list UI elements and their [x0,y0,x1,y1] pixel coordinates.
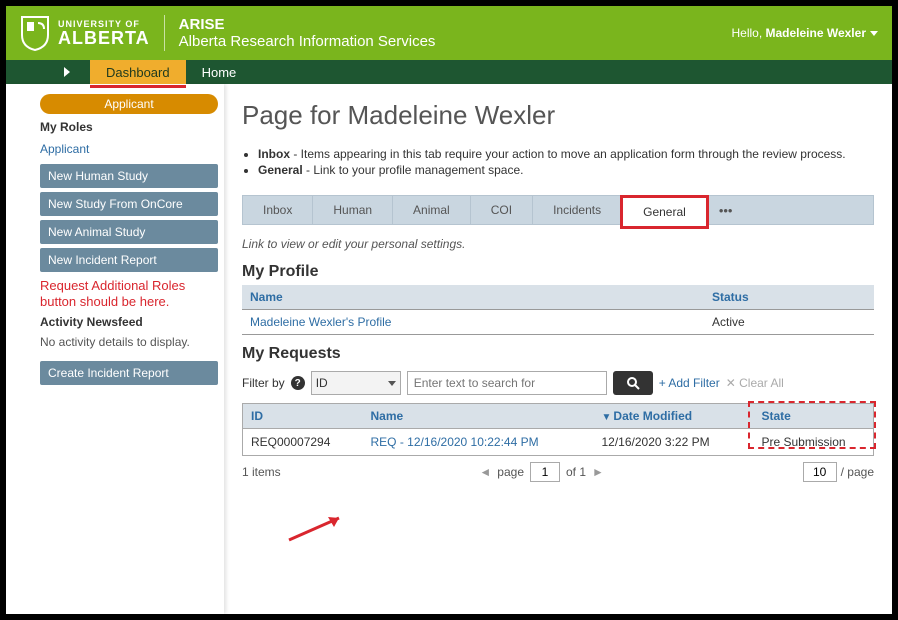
sidebar: Applicant My Roles Applicant New Human S… [6,84,224,614]
new-human-study-button[interactable]: New Human Study [40,164,218,188]
pager-next-icon[interactable]: ► [592,465,604,479]
search-button[interactable] [613,371,653,395]
tab-animal[interactable]: Animal [393,196,471,224]
req-col-date[interactable]: ▼Date Modified [594,404,754,429]
pager-prev-icon[interactable]: ◄ [479,465,491,479]
activity-newsfeed-heading: Activity Newsfeed [40,315,218,329]
desc-general: General - Link to your profile managemen… [258,163,874,177]
filter-bar: Filter by ? ID + Add Filter ✕ Clear All [242,371,874,395]
nav-dashboard[interactable]: Dashboard [90,60,186,84]
chevron-down-icon [870,31,878,36]
req-col-state[interactable]: State [754,404,874,429]
tab-incidents[interactable]: Incidents [533,196,622,224]
applicant-role-link[interactable]: Applicant [40,138,218,160]
pager: 1 items ◄ page of 1 ► / page [242,462,874,482]
no-activity-text: No activity details to display. [40,335,218,349]
filter-field-select[interactable]: ID [311,371,401,395]
clear-all-link[interactable]: ✕ Clear All [726,376,784,390]
help-icon[interactable]: ? [291,376,305,390]
app-header: UNIVERSITY OF ALBERTA ARISE Alberta Rese… [6,6,892,60]
arise-title: ARISE [179,16,436,33]
user-greeting[interactable]: Hello, Madeleine Wexler [731,26,878,40]
new-animal-study-button[interactable]: New Animal Study [40,220,218,244]
shield-icon [20,15,50,51]
profile-col-status[interactable]: Status [704,285,874,310]
profile-table: Name Status Madeleine Wexler's Profile A… [242,285,874,335]
filter-by-label: Filter by [242,376,285,390]
sort-desc-icon: ▼ [602,412,612,423]
create-incident-report-button[interactable]: Create Incident Report [40,361,218,385]
pager-perpage-label: / page [841,465,874,479]
page-title: Page for Madeleine Wexler [242,100,874,131]
new-incident-report-button[interactable]: New Incident Report [40,248,218,272]
req-col-id[interactable]: ID [243,404,363,429]
req-id: REQ00007294 [243,429,363,456]
hello-name: Madeleine Wexler [766,26,867,40]
tab-strip: Inbox Human Animal COI Incidents General… [242,195,874,225]
ua-logo: UNIVERSITY OF ALBERTA [20,15,150,51]
pager-perpage-input[interactable] [803,462,837,482]
arise-subtitle: Alberta Research Information Services [179,33,436,50]
profile-status: Active [704,310,874,335]
chevron-down-icon [388,381,396,386]
new-study-oncore-button[interactable]: New Study From OnCore [40,192,218,216]
req-col-name[interactable]: Name [363,404,594,429]
tab-inbox[interactable]: Inbox [243,196,313,224]
profile-link[interactable]: Madeleine Wexler's Profile [250,315,391,329]
hello-prefix: Hello, [731,26,765,40]
my-roles-heading: My Roles [40,120,218,134]
search-icon [626,376,640,390]
nav-expand-button[interactable] [6,60,90,84]
pager-page-input[interactable] [530,462,560,482]
req-state: Pre Submission [754,429,874,456]
filter-text-input[interactable] [407,371,607,395]
my-profile-heading: My Profile [242,263,874,281]
profile-col-name[interactable]: Name [242,285,704,310]
annotation-red-note: Request Additional Roles button should b… [40,278,218,311]
alberta-label: ALBERTA [58,29,150,47]
add-filter-link[interactable]: + Add Filter [659,376,720,390]
requests-table: ID Name ▼Date Modified State REQ00007294… [242,403,874,456]
my-requests-heading: My Requests [242,345,874,363]
tab-general[interactable]: General [620,195,709,229]
link-hint-text: Link to view or edit your personal setti… [242,237,874,251]
annotation-arrow-icon [284,512,354,542]
tab-more-button[interactable]: ••• [707,196,745,224]
nav-home[interactable]: Home [186,60,253,84]
tab-coi[interactable]: COI [471,196,533,224]
table-row: REQ00007294 REQ - 12/16/2020 10:22:44 PM… [243,429,874,456]
main-content: Page for Madeleine Wexler Inbox - Items … [224,84,892,614]
description-list: Inbox - Items appearing in this tab requ… [242,147,874,177]
pager-items-count: 1 items [242,465,281,479]
arise-title-box: ARISE Alberta Research Information Servi… [179,16,436,50]
role-banner: Applicant [40,94,218,114]
pager-page-label: page [497,465,524,479]
nav-bar: Dashboard Home [6,60,892,84]
req-date: 12/16/2020 3:22 PM [594,429,754,456]
tab-human[interactable]: Human [313,196,393,224]
header-divider [164,15,165,51]
req-name-link[interactable]: REQ - 12/16/2020 10:22:44 PM [371,435,539,449]
pager-of-label: of 1 [566,465,586,479]
desc-inbox: Inbox - Items appearing in this tab requ… [258,147,874,161]
table-row: Madeleine Wexler's Profile Active [242,310,874,335]
